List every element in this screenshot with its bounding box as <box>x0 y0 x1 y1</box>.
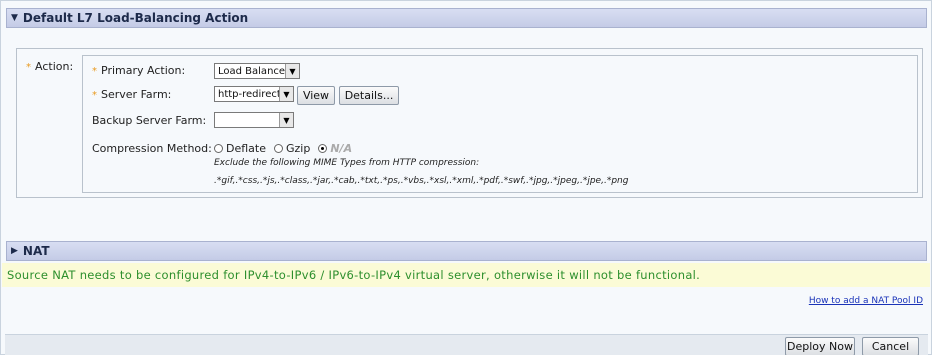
view-button[interactable]: View <box>297 86 335 105</box>
primary-action-label: Primary Action: <box>101 64 186 77</box>
nat-section-header[interactable]: ▶ NAT <box>6 241 927 261</box>
page-frame: ▼ Default L7 Load-Balancing Action * Acti… <box>0 0 932 355</box>
server-farm-value: http-redirect <box>218 88 281 100</box>
backup-server-farm-select[interactable]: ▼ <box>214 112 294 128</box>
compression-method-label: Compression Method: <box>92 142 212 155</box>
details-button[interactable]: Details... <box>339 86 399 105</box>
required-star-icon: * <box>92 90 97 101</box>
mime-exclude-note: Exclude the following MIME Types from HT… <box>214 158 480 168</box>
radio-deflate-label: Deflate <box>226 142 266 155</box>
server-farm-label-row: * Server Farm: <box>92 88 171 101</box>
dropdown-arrow-icon[interactable]: ▼ <box>279 113 293 127</box>
nat-pool-help-link[interactable]: How to add a NAT Pool ID <box>809 296 923 306</box>
footer-bar: Deploy Now Cancel <box>5 334 928 355</box>
radio-na-label: N/A <box>330 142 353 155</box>
cancel-button[interactable]: Cancel <box>862 337 919 355</box>
expand-triangle-icon[interactable]: ▶ <box>11 246 18 256</box>
action-box: * Action: * Primary Action: Load Balance ▼… <box>16 48 923 198</box>
radio-gzip-label: Gzip <box>286 142 311 155</box>
primary-action-select[interactable]: Load Balance ▼ <box>214 63 300 79</box>
nat-warning-message: Source NAT needs to be configured for IP… <box>2 263 930 287</box>
backup-server-farm-label: Backup Server Farm: <box>92 114 207 127</box>
required-star-icon: * <box>92 66 97 77</box>
radio-na[interactable] <box>318 144 328 153</box>
action-label-row: * Action: <box>26 60 73 73</box>
action-label: Action: <box>35 60 74 73</box>
collapse-triangle-icon[interactable]: ▼ <box>11 13 18 23</box>
dropdown-arrow-icon[interactable]: ▼ <box>279 87 293 101</box>
l7-section-header[interactable]: ▼ Default L7 Load-Balancing Action <box>6 8 927 28</box>
primary-action-label-row: * Primary Action: <box>92 64 185 77</box>
radio-gzip[interactable] <box>274 144 283 153</box>
primary-action-value: Load Balance <box>218 65 286 77</box>
required-star-icon: * <box>26 62 31 73</box>
server-farm-label: Server Farm: <box>101 88 172 101</box>
action-details: * Primary Action: Load Balance ▼ * Server … <box>82 55 918 193</box>
nat-section-title: NAT <box>22 244 50 258</box>
radio-deflate[interactable] <box>214 144 223 153</box>
l7-section-title: Default L7 Load-Balancing Action <box>22 11 249 25</box>
deploy-now-button[interactable]: Deploy Now <box>785 337 855 355</box>
dropdown-arrow-icon[interactable]: ▼ <box>285 64 299 78</box>
mime-types-list: .*gif,.*css,.*js,.*class,.*jar,.*cab,.*t… <box>214 176 629 186</box>
server-farm-select[interactable]: http-redirect ▼ <box>214 86 294 102</box>
compression-radio-group: Deflate Gzip N/A <box>214 142 360 155</box>
